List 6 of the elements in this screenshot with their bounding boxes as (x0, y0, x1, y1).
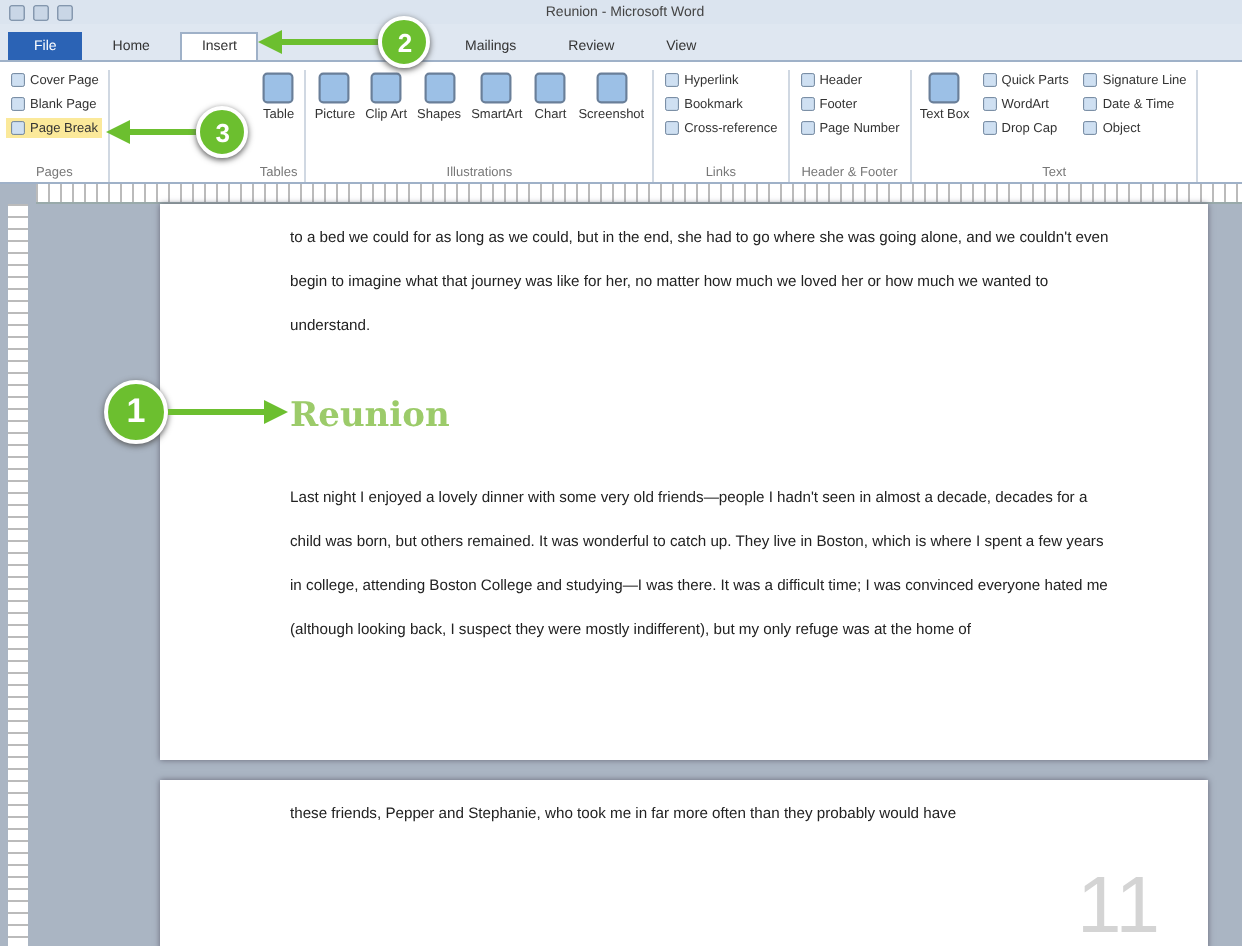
step-number-badge: 3 (196, 106, 249, 158)
arrow-icon (106, 120, 197, 144)
arrow-icon (168, 400, 288, 424)
document-heading: Reunion (290, 396, 450, 436)
step-number-badge: 1 (104, 380, 168, 444)
arrow-icon (258, 30, 379, 54)
